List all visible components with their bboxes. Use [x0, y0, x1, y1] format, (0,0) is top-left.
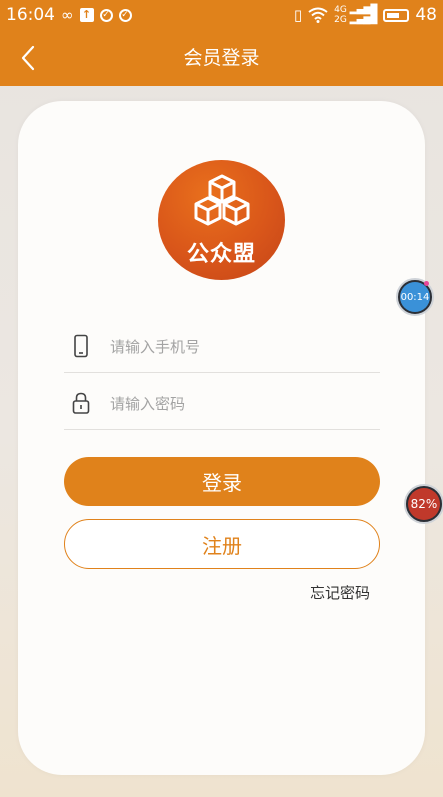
floating-battery-widget[interactable]: 82% — [404, 484, 443, 524]
register-button[interactable]: 注册 — [64, 519, 380, 569]
battery-level: 48 — [415, 5, 437, 25]
status-left: 16:04 ∞ ↑ ✓ ✓ — [6, 5, 132, 25]
cubes-icon — [194, 174, 250, 226]
nav-bar: 会员登录 — [0, 30, 443, 86]
signal-label-bottom: 2G — [334, 15, 347, 25]
battery-percent-text: 82% — [408, 488, 440, 520]
page-title: 会员登录 — [183, 47, 260, 69]
login-button[interactable]: 登录 — [64, 457, 380, 506]
cell-signal-icon: 4G ▂▄▆█ 2G ▂▄▆█ — [334, 5, 378, 25]
brand-text: 公众盟 — [186, 242, 256, 267]
status-bar: 16:04 ∞ ↑ ✓ ✓ ▯ 4G ▂▄▆█ 2G ▂▄▆█ 48 — [0, 0, 443, 30]
lock-icon — [72, 392, 90, 414]
password-field — [64, 375, 380, 430]
upload-notification-icon: ↑ — [79, 8, 94, 22]
phone-input[interactable] — [108, 330, 372, 364]
infinity-icon: ∞ — [61, 5, 74, 24]
brand-logo: 公众盟 — [158, 160, 285, 280]
phone-field — [64, 318, 380, 373]
timer-text: 00:14 — [400, 282, 430, 312]
wifi-icon — [308, 7, 328, 23]
check-circle-icon: ✓ — [99, 8, 113, 22]
floating-timer-widget[interactable]: 00:14 — [396, 278, 434, 316]
notification-dot — [424, 281, 429, 286]
signal-label-top: 4G — [334, 5, 347, 15]
password-input[interactable] — [108, 387, 372, 421]
status-right: ▯ 4G ▂▄▆█ 2G ▂▄▆█ 48 — [294, 5, 437, 25]
vibrate-icon: ▯ — [293, 5, 303, 24]
status-time: 16:04 — [6, 5, 55, 25]
battery-icon — [383, 8, 410, 22]
forgot-password-link[interactable]: 忘记密码 — [290, 582, 370, 604]
phone-icon — [74, 334, 88, 358]
check-circle-icon-2: ✓ — [118, 8, 132, 22]
